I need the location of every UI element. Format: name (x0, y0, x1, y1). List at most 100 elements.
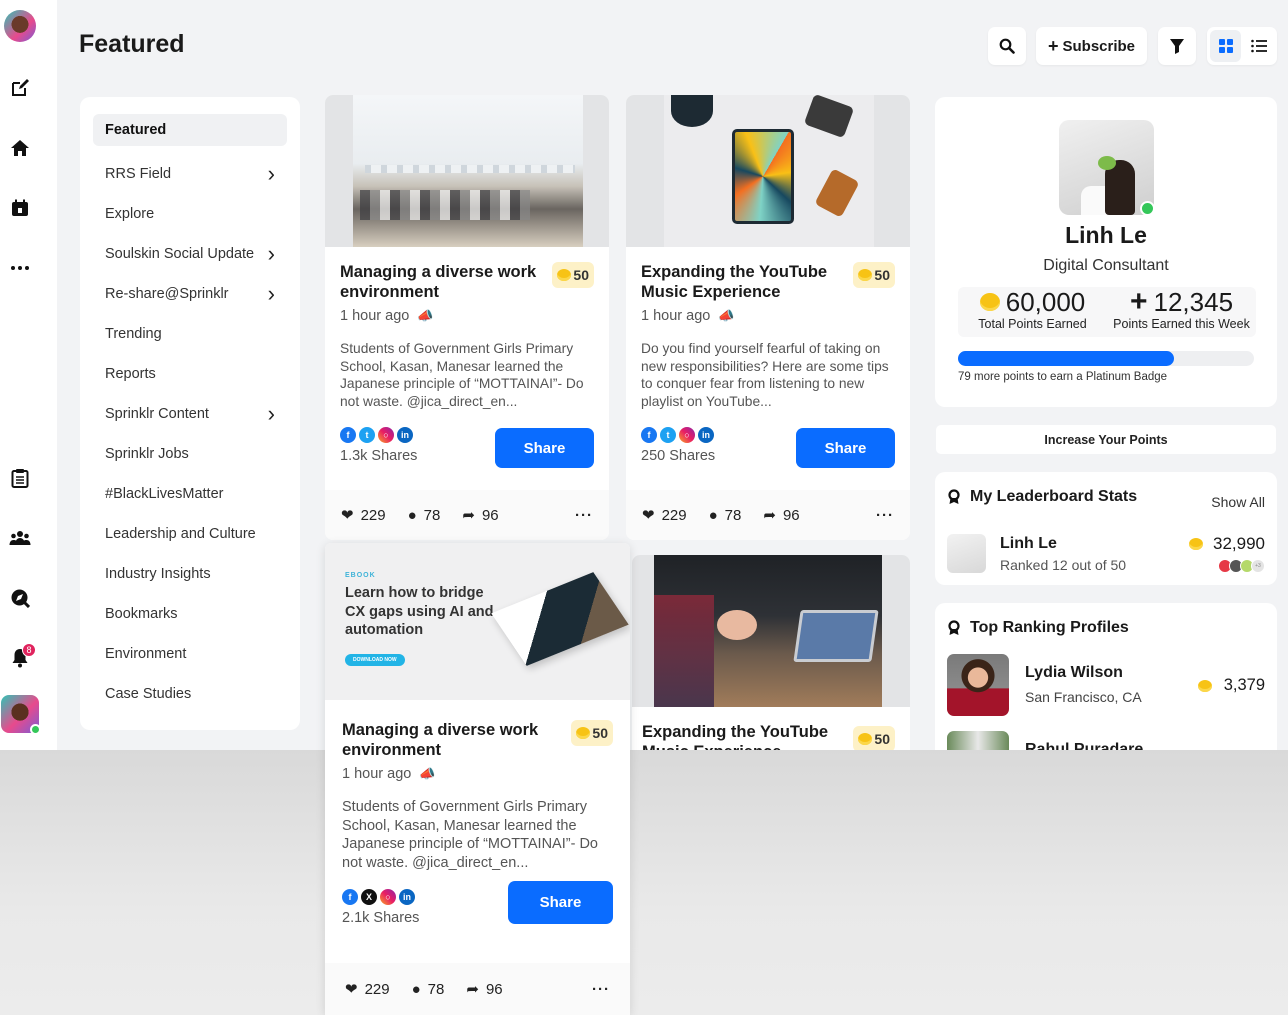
nav-item[interactable]: Environment (93, 634, 287, 674)
nav-item[interactable]: Featured (93, 114, 287, 146)
share-button[interactable]: Share (796, 428, 895, 468)
points-badge: 50 (552, 262, 594, 288)
nav-item-label: Trending (105, 326, 162, 342)
ad-banner[interactable]: EBOOK Learn how to bridge CX gaps using … (325, 543, 630, 700)
people-icon[interactable] (8, 526, 32, 550)
share-arrow-icon: ➦ (763, 507, 776, 524)
nav-item[interactable]: Sprinklr Jobs (93, 434, 287, 474)
like-button[interactable]: ❤ 229 (642, 506, 687, 525)
top-profiles-title: Top Ranking Profiles (970, 619, 1129, 636)
subscribe-button[interactable]: + Subscribe (1036, 27, 1147, 65)
linkedin-icon[interactable]: in (698, 427, 714, 443)
points-badge: 50 (571, 720, 613, 746)
x-icon[interactable]: X (361, 889, 377, 906)
more-options-icon[interactable]: ··· (592, 981, 610, 998)
facebook-icon[interactable]: f (641, 427, 657, 443)
nav-item[interactable]: Re-share@Sprinklr › (93, 274, 287, 314)
post-card[interactable]: Managing a diverse work environment 50 1… (325, 95, 609, 540)
like-button[interactable]: ❤ 229 (341, 506, 386, 525)
chevron-right-icon[interactable]: › (268, 281, 275, 307)
nav-item[interactable]: RRS Field › (93, 154, 287, 194)
coin-icon (576, 727, 591, 739)
instagram-icon[interactable]: ○ (378, 427, 394, 443)
search-button[interactable] (988, 27, 1026, 65)
megaphone-icon: 📣 (419, 766, 436, 781)
ad-download-button[interactable]: DOWNLOAD NOW (345, 654, 405, 666)
nav-item[interactable]: Bookmarks (93, 594, 287, 634)
ebook-cover-image (491, 572, 629, 666)
post-title[interactable]: Expanding the YouTube Music Experience (642, 722, 842, 750)
post-image-meeting[interactable] (632, 555, 910, 707)
nav-item[interactable]: Industry Insights (93, 554, 287, 594)
profile-row[interactable]: Rahul Puradare (947, 731, 1265, 750)
post-image-office[interactable] (325, 95, 609, 247)
nav-item[interactable]: Trending (93, 314, 287, 354)
list-view-button[interactable] (1243, 30, 1274, 62)
more-options-icon[interactable]: ··· (876, 507, 894, 524)
profile-avatar[interactable] (1, 695, 41, 735)
share-button[interactable]: Share (495, 428, 594, 468)
profile-photo (947, 654, 1009, 716)
show-all-link[interactable]: Show All (1211, 494, 1265, 510)
calendar-icon[interactable] (8, 196, 32, 220)
nav-item-label: Sprinklr Jobs (105, 446, 189, 462)
nav-item-label: Reports (105, 366, 156, 382)
megaphone-icon: 📣 (417, 308, 434, 323)
share-button[interactable]: Share (508, 881, 613, 925)
linkedin-icon[interactable]: in (399, 889, 415, 906)
chevron-right-icon[interactable]: › (268, 241, 275, 267)
nav-item[interactable]: Explore (93, 194, 287, 234)
profile-photo[interactable] (1059, 120, 1154, 215)
post-card[interactable]: Expanding the YouTube Music Experience 5… (632, 555, 910, 750)
nav-item[interactable]: Reports (93, 354, 287, 394)
more-options-icon[interactable]: ··· (575, 507, 593, 524)
profile-row[interactable]: Lydia Wilson San Francisco, CA 3,379 (947, 654, 1265, 716)
comment-button[interactable]: ● 78 (408, 507, 441, 524)
post-title[interactable]: Expanding the YouTube Music Experience (641, 262, 841, 302)
nav-item[interactable]: Leadership and Culture (93, 514, 287, 554)
nav-item-label: Bookmarks (105, 606, 178, 622)
nav-item[interactable]: Case Studies (93, 674, 287, 714)
reshare-count: 96 (485, 980, 503, 998)
comment-button[interactable]: ● 78 (412, 981, 445, 998)
post-card[interactable]: EBOOK Learn how to bridge CX gaps using … (325, 543, 630, 1015)
post-description: Students of Government Girls Primary Sch… (342, 799, 598, 871)
filter-button[interactable] (1158, 27, 1196, 65)
compose-icon[interactable] (8, 76, 32, 100)
instagram-icon[interactable]: ○ (380, 889, 396, 906)
clipboard-icon[interactable] (8, 466, 32, 490)
post-title[interactable]: Managing a diverse work environment (342, 720, 542, 760)
points-value: 50 (874, 267, 890, 283)
chevron-right-icon[interactable]: › (268, 401, 275, 427)
grid-view-button[interactable] (1210, 30, 1241, 62)
explore-icon[interactable] (8, 586, 32, 610)
instagram-icon[interactable]: ○ (679, 427, 695, 443)
more-icon[interactable] (8, 256, 32, 280)
reshare-button[interactable]: ➦ 96 (462, 506, 498, 525)
share-arrow-icon: ➦ (462, 507, 475, 524)
reshare-button[interactable]: ➦ 96 (763, 506, 799, 525)
post-stats: ❤ 229 ● 78 ➦ 96 ··· (626, 490, 910, 540)
post-card[interactable]: Expanding the YouTube Music Experience 5… (626, 95, 910, 540)
nav-item[interactable]: #BlackLivesMatter (93, 474, 287, 514)
nav-item[interactable]: Sprinklr Content › (93, 394, 287, 434)
reshare-button[interactable]: ➦ 96 (466, 980, 503, 999)
post-title[interactable]: Managing a diverse work environment (340, 262, 540, 302)
linkedin-icon[interactable]: in (397, 427, 413, 443)
increase-points-button[interactable]: Increase Your Points (936, 425, 1276, 454)
chevron-right-icon[interactable]: › (268, 161, 275, 187)
facebook-icon[interactable]: f (342, 889, 358, 906)
nav-item[interactable]: Soulskin Social Update › (93, 234, 287, 274)
notification-badge: 8 (22, 643, 36, 657)
twitter-icon[interactable]: t (660, 427, 676, 443)
coin-icon (858, 269, 873, 281)
post-image-tablet[interactable] (626, 95, 910, 247)
twitter-icon[interactable]: t (359, 427, 375, 443)
facebook-icon[interactable]: f (340, 427, 356, 443)
comment-button[interactable]: ● 78 (709, 507, 742, 524)
home-icon[interactable] (8, 136, 32, 160)
comment-count: 78 (423, 506, 441, 524)
post-description: Do you find yourself fearful of taking o… (641, 341, 889, 409)
like-button[interactable]: ❤ 229 (345, 980, 390, 999)
user-avatar[interactable] (4, 10, 36, 42)
